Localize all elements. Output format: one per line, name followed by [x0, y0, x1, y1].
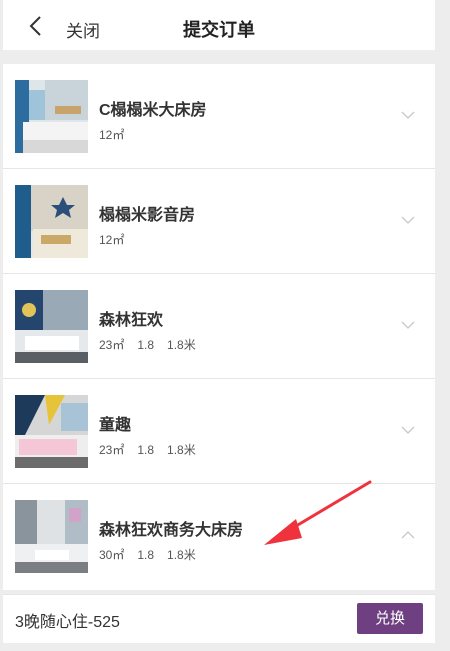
room-name: 榻榻米影音房	[99, 207, 196, 224]
room-details: 12㎡	[99, 126, 137, 143]
room-name: C榻榻米大床房	[99, 102, 207, 119]
room-area: 30㎡	[99, 548, 125, 562]
room-photo	[15, 500, 88, 573]
chevron-down-icon[interactable]	[401, 423, 415, 437]
room-item[interactable]: 森林狂欢 23㎡ 1.8 1.8米	[3, 274, 435, 379]
room-photo	[15, 395, 88, 468]
room-item-selected[interactable]: 森林狂欢商务大床房 30㎡ 1.8 1.8米	[3, 484, 435, 590]
chevron-down-icon[interactable]	[401, 213, 415, 227]
room-details: 23㎡ 1.8 1.8米	[99, 336, 209, 353]
chevron-down-icon[interactable]	[401, 108, 415, 122]
room-name: 森林狂欢商务大床房	[99, 522, 244, 539]
back-arrow-icon[interactable]	[27, 15, 45, 37]
chevron-up-icon[interactable]	[401, 528, 415, 542]
redeem-button[interactable]: 兑换	[357, 603, 423, 634]
room-item[interactable]: 童趣 23㎡ 1.8 1.8米	[3, 379, 435, 484]
room-details: 30㎡ 1.8 1.8米	[99, 546, 209, 563]
room-area: 12㎡	[99, 128, 125, 142]
room-list: C榻榻米大床房 12㎡ 榻榻米影音房 12㎡ 森林狂欢 23㎡ 1.8 1.8米…	[3, 64, 435, 590]
room-photo	[15, 80, 88, 153]
room-bed-size: 1.8米	[167, 338, 196, 352]
package-label: 3晚随心住-525	[15, 614, 120, 631]
room-bed-width: 1.8	[137, 548, 155, 562]
room-details: 23㎡ 1.8 1.8米	[99, 441, 209, 458]
room-area: 23㎡	[99, 443, 125, 457]
room-photo	[15, 185, 88, 258]
room-bed-size: 1.8米	[167, 548, 196, 562]
room-item[interactable]: 榻榻米影音房 12㎡	[3, 169, 435, 274]
room-photo	[15, 290, 88, 363]
page-title: 提交订单	[183, 20, 255, 40]
room-name: 森林狂欢	[99, 312, 164, 329]
room-bed-width: 1.8	[137, 443, 155, 457]
room-item[interactable]: C榻榻米大床房 12㎡	[3, 64, 435, 169]
room-name: 童趣	[99, 417, 132, 434]
package-bar: 3晚随心住-525 兑换	[3, 594, 435, 643]
room-bed-size: 1.8米	[167, 443, 196, 457]
top-bar: 关闭 提交订单	[3, 0, 435, 50]
room-bed-width: 1.8	[137, 338, 155, 352]
chevron-down-icon[interactable]	[401, 318, 415, 332]
room-area: 23㎡	[99, 338, 125, 352]
room-details: 12㎡	[99, 231, 137, 248]
room-area: 12㎡	[99, 233, 125, 247]
close-button[interactable]: 关闭	[66, 17, 100, 42]
